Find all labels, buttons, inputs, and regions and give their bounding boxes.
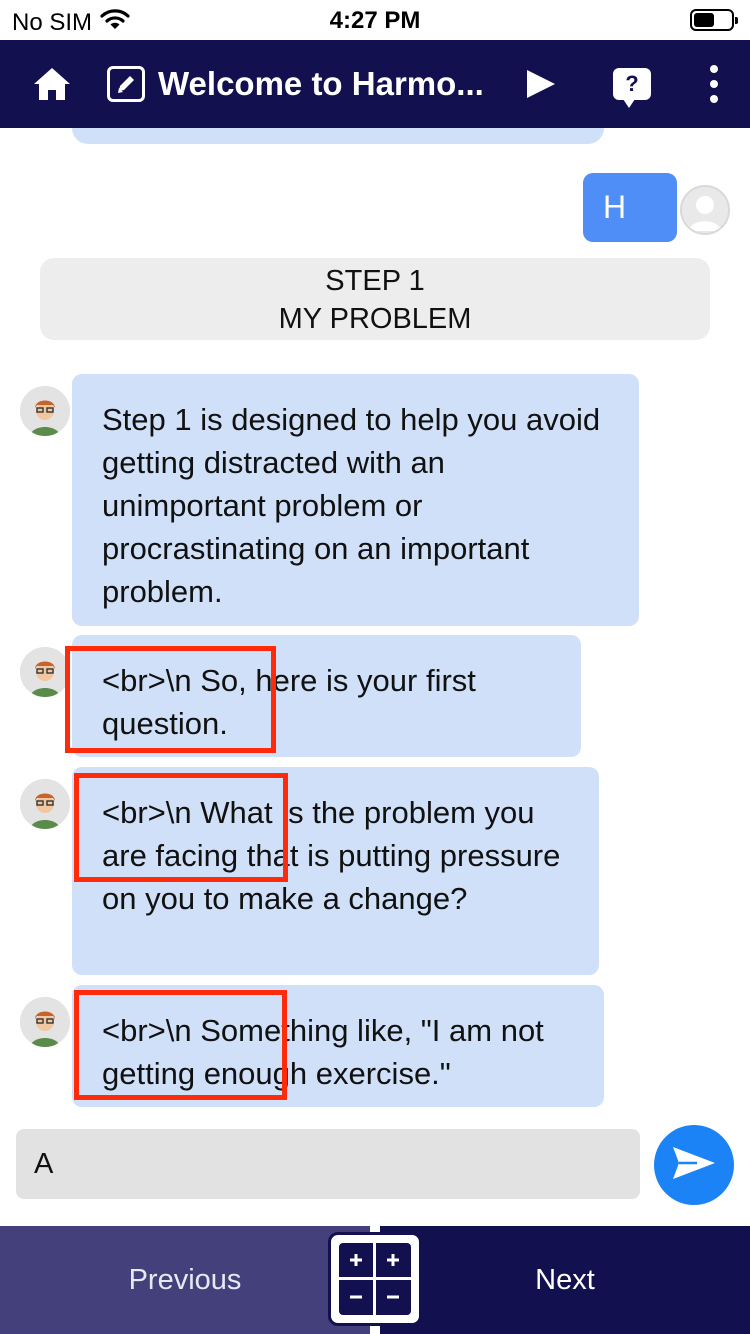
calculator-button[interactable] <box>328 1232 422 1326</box>
more-icon[interactable] <box>696 40 732 128</box>
bot-avatar <box>20 997 70 1047</box>
calculator-icon <box>331 1243 419 1327</box>
bot-avatar <box>20 779 70 829</box>
bot-avatar <box>20 386 70 436</box>
bottom-nav: Previous Next <box>0 1226 750 1334</box>
user-message-bubble: H <box>583 173 677 242</box>
help-icon[interactable]: ? <box>610 40 654 128</box>
highlight-box <box>74 773 288 882</box>
previous-button[interactable]: Previous <box>0 1226 370 1334</box>
edit-icon[interactable] <box>106 40 146 128</box>
next-button[interactable]: Next <box>380 1226 750 1334</box>
step-card: STEP 1 MY PROBLEM <box>40 258 710 340</box>
battery-icon <box>690 9 738 31</box>
step-card-line2: MY PROBLEM <box>278 303 472 335</box>
send-icon <box>671 1143 717 1188</box>
bot-message-bubble: Step 1 is designed to help you avoid get… <box>72 374 639 626</box>
status-time: 4:27 PM <box>329 7 421 34</box>
previous-message-bubble <box>72 128 604 144</box>
highlight-box <box>65 646 276 753</box>
step-card-line1: STEP 1 <box>325 265 425 297</box>
message-input[interactable]: A <box>16 1129 640 1199</box>
play-icon[interactable] <box>518 40 562 128</box>
app-header: Welcome to Harmo... ? <box>0 40 750 128</box>
bot-avatar <box>20 647 70 697</box>
user-avatar <box>680 185 730 235</box>
highlight-box <box>74 990 287 1100</box>
chat-area[interactable]: H STEP 1 MY PROBLEM Step 1 is designed t… <box>0 128 750 1113</box>
page-title: Welcome to Harmo... <box>158 65 484 102</box>
send-button[interactable] <box>654 1125 734 1205</box>
status-bar: No SIM 4:27 PM <box>0 0 750 40</box>
home-icon[interactable] <box>26 40 78 128</box>
